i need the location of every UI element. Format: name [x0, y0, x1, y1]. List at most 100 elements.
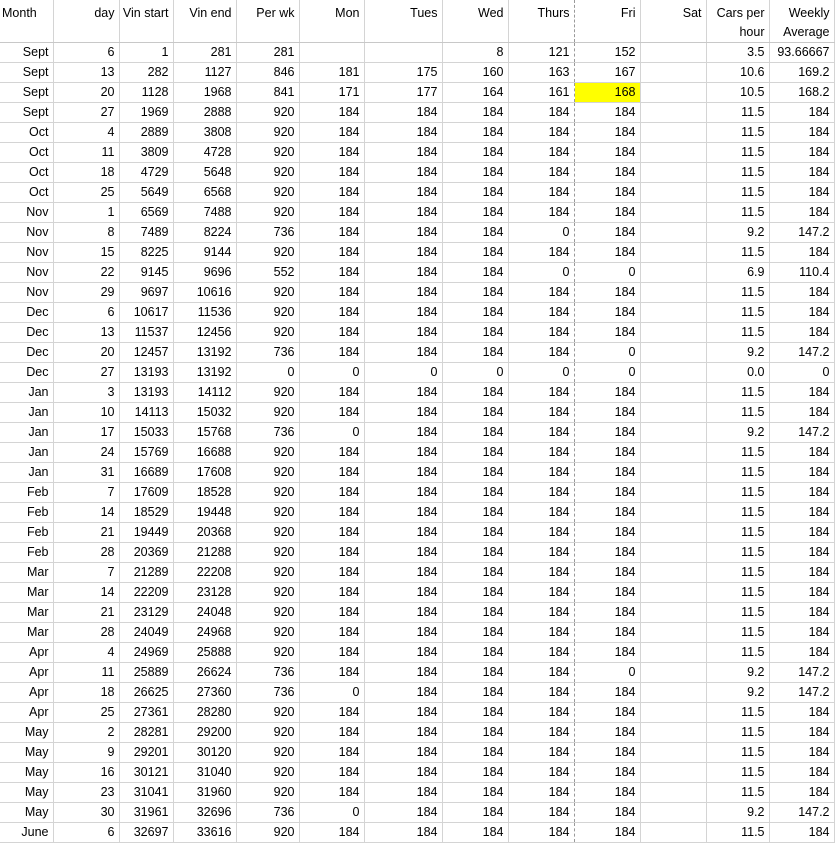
cell[interactable]: 0: [508, 222, 575, 243]
cell[interactable]: 184: [442, 242, 509, 263]
cell[interactable]: 11536: [173, 302, 237, 323]
cell[interactable]: 184: [299, 562, 365, 583]
cell[interactable]: 184: [508, 182, 575, 203]
cell[interactable]: 184: [769, 322, 835, 343]
cell[interactable]: 920: [236, 162, 300, 183]
cell[interactable]: [640, 142, 707, 163]
cell[interactable]: 147.2: [769, 682, 835, 703]
cell[interactable]: [640, 762, 707, 783]
cell[interactable]: [640, 122, 707, 143]
cell[interactable]: 20: [53, 82, 120, 103]
cell[interactable]: 184: [442, 502, 509, 523]
cell[interactable]: 11.5: [706, 562, 770, 583]
cell[interactable]: 27: [53, 102, 120, 123]
cell[interactable]: 184: [299, 542, 365, 563]
cell[interactable]: 184: [299, 202, 365, 223]
cell[interactable]: 184: [299, 782, 365, 803]
cell[interactable]: Mar: [0, 602, 54, 623]
cell[interactable]: 920: [236, 502, 300, 523]
cell[interactable]: 920: [236, 122, 300, 143]
cell[interactable]: 0: [574, 662, 641, 683]
cell[interactable]: 26625: [119, 682, 174, 703]
cell[interactable]: 10.5: [706, 82, 770, 103]
cell[interactable]: 15768: [173, 422, 237, 443]
cell[interactable]: 11.5: [706, 162, 770, 183]
cell[interactable]: 184: [574, 282, 641, 303]
cell[interactable]: Dec: [0, 342, 54, 363]
cell[interactable]: 184: [364, 342, 443, 363]
cell[interactable]: 21: [53, 602, 120, 623]
cell[interactable]: 184: [769, 602, 835, 623]
cell[interactable]: 184: [769, 522, 835, 543]
cell[interactable]: 184: [508, 822, 575, 843]
cell[interactable]: 22209: [119, 582, 174, 603]
cell[interactable]: 184: [364, 602, 443, 623]
cell[interactable]: 920: [236, 602, 300, 623]
cell[interactable]: 0.0: [706, 362, 770, 383]
cell[interactable]: 184: [299, 582, 365, 603]
cell[interactable]: 15032: [173, 402, 237, 423]
cell[interactable]: 184: [574, 242, 641, 263]
cell[interactable]: 21: [53, 522, 120, 543]
cell[interactable]: 184: [574, 562, 641, 583]
cell[interactable]: 920: [236, 442, 300, 463]
cell[interactable]: 184: [508, 282, 575, 303]
column-header[interactable]: Wed: [442, 0, 509, 43]
cell[interactable]: 184: [574, 122, 641, 143]
cell[interactable]: 184: [442, 162, 509, 183]
cell[interactable]: 147.2: [769, 802, 835, 823]
cell[interactable]: 0: [299, 422, 365, 443]
cell[interactable]: 14113: [119, 402, 174, 423]
cell[interactable]: Sept: [0, 102, 54, 123]
cell[interactable]: 184: [299, 702, 365, 723]
cell[interactable]: 184: [299, 522, 365, 543]
cell[interactable]: 28: [53, 622, 120, 643]
cell[interactable]: 184: [574, 102, 641, 123]
cell[interactable]: 184: [364, 702, 443, 723]
cell[interactable]: 920: [236, 102, 300, 123]
cell[interactable]: Sept: [0, 82, 54, 103]
cell[interactable]: [640, 82, 707, 103]
cell[interactable]: 18: [53, 162, 120, 183]
cell[interactable]: 168: [574, 82, 641, 103]
cell[interactable]: 0: [299, 802, 365, 823]
column-header[interactable]: Tues: [364, 0, 443, 43]
cell[interactable]: Sept: [0, 42, 54, 63]
cell[interactable]: 8225: [119, 242, 174, 263]
cell[interactable]: 4729: [119, 162, 174, 183]
cell[interactable]: Mar: [0, 622, 54, 643]
cell[interactable]: 10.6: [706, 62, 770, 83]
column-header[interactable]: Sat: [640, 0, 707, 43]
cell[interactable]: 14: [53, 582, 120, 603]
cell[interactable]: 184: [769, 282, 835, 303]
cell[interactable]: 25889: [119, 662, 174, 683]
cell[interactable]: 736: [236, 682, 300, 703]
cell[interactable]: [640, 662, 707, 683]
cell[interactable]: 282: [119, 62, 174, 83]
cell[interactable]: 184: [508, 582, 575, 603]
cell[interactable]: [640, 462, 707, 483]
cell[interactable]: 4: [53, 122, 120, 143]
cell[interactable]: 13: [53, 62, 120, 83]
cell[interactable]: [640, 542, 707, 563]
cell[interactable]: 184: [442, 402, 509, 423]
cell[interactable]: 161: [508, 82, 575, 103]
cell[interactable]: 11.5: [706, 782, 770, 803]
cell[interactable]: 31961: [119, 802, 174, 823]
cell[interactable]: 181: [299, 62, 365, 83]
cell[interactable]: 147.2: [769, 342, 835, 363]
cell[interactable]: 3809: [119, 142, 174, 163]
cell[interactable]: 5648: [173, 162, 237, 183]
cell[interactable]: 3.5: [706, 42, 770, 63]
cell[interactable]: 184: [508, 102, 575, 123]
cell[interactable]: [640, 282, 707, 303]
cell[interactable]: 12456: [173, 322, 237, 343]
cell[interactable]: Nov: [0, 242, 54, 263]
cell[interactable]: 184: [769, 782, 835, 803]
cell[interactable]: 10: [53, 402, 120, 423]
cell[interactable]: 184: [574, 462, 641, 483]
cell[interactable]: 28281: [119, 722, 174, 743]
cell[interactable]: 11: [53, 142, 120, 163]
cell[interactable]: 22208: [173, 562, 237, 583]
cell[interactable]: May: [0, 782, 54, 803]
